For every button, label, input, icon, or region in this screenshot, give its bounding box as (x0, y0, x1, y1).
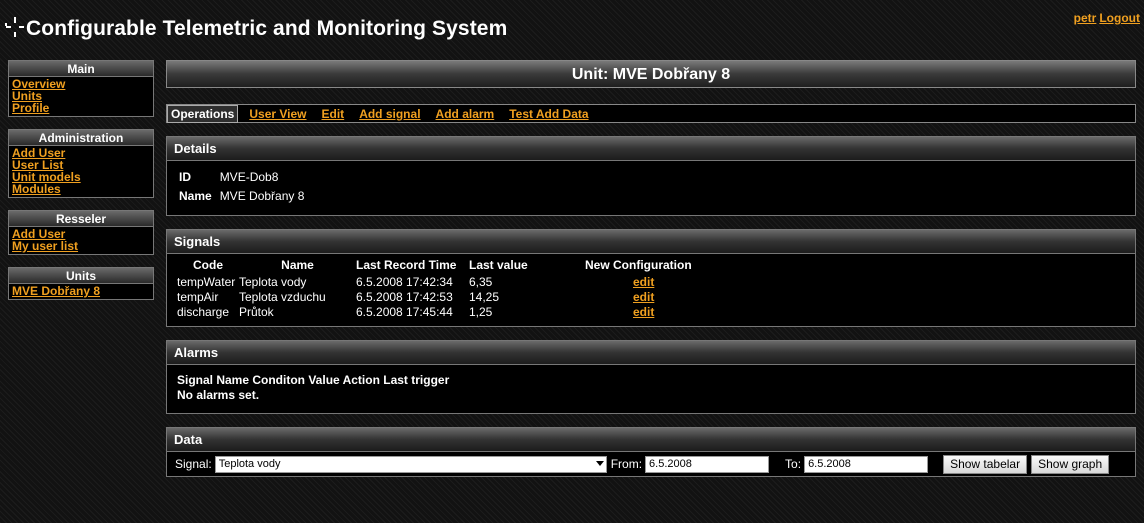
details-name-label: Name (179, 189, 212, 203)
signal-time: 6.5.2008 17:42:34 (356, 275, 453, 289)
signal-label: Signal: (175, 457, 212, 471)
chevron-down-icon (595, 460, 604, 466)
alarms-body: Signal Name Conditon Value Action Last t… (167, 365, 1135, 413)
alarms-header: Signal Name Conditon Value Action Last t… (177, 373, 450, 387)
table-row: discharge Průtok 6.5.2008 17:45:44 1,25 … (177, 305, 765, 320)
col-code: Code (193, 258, 223, 272)
sidebar-main: Main Overview Units Profile (8, 60, 154, 117)
edit-signal-link[interactable]: edit (633, 275, 654, 290)
sidebar: Main Overview Units Profile Administrati… (8, 60, 154, 312)
tab-bar: Operations User View Edit Add signal Add… (166, 104, 1136, 123)
show-tabelar-button[interactable]: Show tabelar (943, 454, 1028, 474)
sidebar-main-title: Main (8, 60, 154, 77)
data-panel: Data Signal: Teplota vody From: To: Show… (166, 427, 1136, 477)
to-date-input[interactable] (804, 455, 929, 473)
signal-code: discharge (177, 305, 230, 319)
signal-value: 6,35 (469, 275, 493, 289)
header: Configurable Telemetric and Monitoring S… (0, 0, 1144, 52)
details-id-label: ID (179, 170, 191, 184)
signal-time: 6.5.2008 17:42:53 (356, 290, 453, 304)
data-controls: Signal: Teplota vody From: To: Show tabe… (167, 452, 1135, 476)
details-panel: Details ID MVE-Dob8 Name MVE Dobřany 8 (166, 136, 1136, 216)
signal-code: tempWater (177, 275, 236, 289)
col-last-value: Last value (469, 258, 528, 272)
sidebar-item-unit-mve[interactable]: MVE Dobřany 8 (12, 285, 150, 297)
signals-table: Code Name Last Record Time Last value Ne… (177, 258, 765, 320)
show-graph-button[interactable]: Show graph (1031, 454, 1110, 474)
col-last-record-time: Last Record Time (356, 258, 457, 272)
details-row-id: ID MVE-Dob8 (179, 169, 310, 186)
details-name-value: MVE Dobřany 8 (219, 189, 305, 203)
sidebar-item-my-user-list[interactable]: My user list (12, 240, 150, 252)
details-id-value: MVE-Dob8 (219, 170, 279, 184)
to-label: To: (785, 457, 802, 471)
sidebar-resseler-items: Add User My user list (8, 227, 154, 255)
alarms-title: Alarms (167, 341, 1135, 365)
logo-icon (5, 17, 24, 37)
sidebar-administration-title: Administration (8, 129, 154, 146)
alarms-panel: Alarms Signal Name Conditon Value Action… (166, 340, 1136, 414)
details-title: Details (167, 137, 1135, 161)
user-link[interactable]: petr (1074, 11, 1097, 25)
signal-time: 6.5.2008 17:45:44 (356, 305, 453, 319)
signals-body: Code Name Last Record Time Last value Ne… (167, 254, 1135, 326)
tab-add-signal[interactable]: Add signal (359, 107, 420, 121)
sidebar-units: Units MVE Dobřany 8 (8, 267, 154, 300)
signal-name: Teplota vzduchu (239, 290, 326, 304)
tab-edit[interactable]: Edit (322, 107, 345, 121)
unit-title: Unit: MVE Dobřany 8 (166, 60, 1136, 88)
user-links: petr Logout (1071, 11, 1140, 25)
signal-select-value: Teplota vody (218, 457, 281, 470)
signals-header-row: Code Name Last Record Time Last value Ne… (177, 258, 765, 275)
edit-signal-link[interactable]: edit (633, 290, 654, 305)
details-body: ID MVE-Dob8 Name MVE Dobřany 8 (167, 161, 1135, 215)
col-new-configuration: New Configuration (585, 258, 692, 272)
edit-signal-link[interactable]: edit (633, 305, 654, 320)
signal-action: edit (585, 305, 765, 320)
signal-code: tempAir (177, 290, 219, 304)
sidebar-main-items: Overview Units Profile (8, 77, 154, 117)
data-title: Data (167, 428, 1135, 452)
sidebar-item-profile[interactable]: Profile (12, 102, 150, 114)
details-table: ID MVE-Dob8 Name MVE Dobřany 8 (177, 167, 312, 207)
sidebar-administration: Administration Add User User List Unit m… (8, 129, 154, 198)
tab-user-view[interactable]: User View (249, 107, 306, 121)
sidebar-resseler-title: Resseler (8, 210, 154, 227)
tab-add-alarm[interactable]: Add alarm (436, 107, 495, 121)
sidebar-units-title: Units (8, 267, 154, 284)
signal-value: 14,25 (469, 290, 500, 304)
signal-select[interactable]: Teplota vody (214, 455, 607, 473)
signals-title: Signals (167, 230, 1135, 254)
table-row: tempAir Teplota vzduchu 6.5.2008 17:42:5… (177, 290, 765, 305)
signal-name: Teplota vody (239, 275, 307, 289)
signal-name: Průtok (239, 305, 274, 319)
col-name: Name (281, 258, 314, 272)
main-content: Unit: MVE Dobřany 8 Operations User View… (166, 60, 1136, 477)
signal-value: 1,25 (469, 305, 493, 319)
tab-test-add-data[interactable]: Test Add Data (509, 107, 588, 121)
sidebar-units-items: MVE Dobřany 8 (8, 284, 154, 300)
sidebar-administration-items: Add User User List Unit models Modules (8, 146, 154, 198)
signal-action: edit (585, 275, 765, 290)
logout-link[interactable]: Logout (1099, 11, 1140, 25)
details-row-name: Name MVE Dobřany 8 (179, 188, 310, 205)
sidebar-resseler: Resseler Add User My user list (8, 210, 154, 255)
tab-operations[interactable]: Operations (167, 104, 239, 123)
from-label: From: (610, 457, 643, 471)
alarms-empty-message: No alarms set. (177, 388, 260, 402)
signals-panel: Signals Code Name Last Record Time Last … (166, 229, 1136, 327)
table-row: tempWater Teplota vody 6.5.2008 17:42:34… (177, 275, 765, 290)
app-title: Configurable Telemetric and Monitoring S… (26, 17, 508, 40)
from-date-input[interactable] (645, 455, 770, 473)
signal-action: edit (585, 290, 765, 305)
sidebar-item-modules[interactable]: Modules (12, 183, 150, 195)
